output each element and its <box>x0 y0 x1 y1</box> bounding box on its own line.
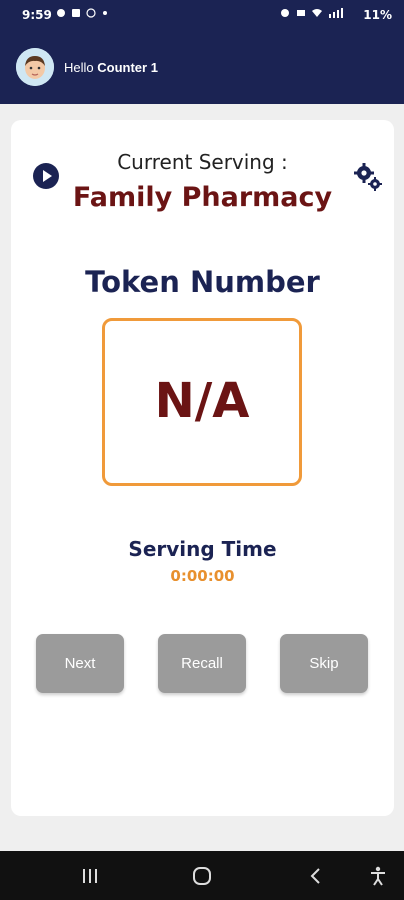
wifi-icon <box>311 9 322 17</box>
current-serving-label: Current Serving : <box>117 150 288 174</box>
app-header: Hello Counter 1 <box>0 30 404 104</box>
gears-icon <box>354 163 382 191</box>
token-value: N/A <box>154 373 250 429</box>
battery-text: 11% <box>363 8 392 22</box>
notification-icons <box>56 8 108 21</box>
skip-button[interactable]: Skip <box>280 634 368 693</box>
back-icon <box>310 868 320 884</box>
serving-time-value: 0:00:00 <box>170 567 235 585</box>
accessibility-icon <box>371 866 385 886</box>
home-icon <box>193 867 211 885</box>
avatar-icon <box>16 48 54 86</box>
status-bar: 9:59 11% <box>0 0 404 30</box>
counter-name: Counter 1 <box>97 60 158 75</box>
navigation-bar <box>0 851 404 900</box>
next-button[interactable]: Next <box>36 634 124 693</box>
pharmacy-name: Family Pharmacy <box>72 182 333 213</box>
avatar[interactable] <box>16 48 54 86</box>
home-button[interactable] <box>190 864 214 888</box>
greeting: Hello Counter 1 <box>64 60 158 75</box>
battery-level: 11% <box>363 8 392 22</box>
serving-time-label: Serving Time <box>128 537 277 561</box>
snapchat-icon <box>57 9 65 17</box>
system-icons <box>280 8 348 21</box>
mute-icon <box>296 10 305 16</box>
linkedin-icon <box>72 9 81 17</box>
messenger-icon <box>86 8 96 18</box>
recall-button[interactable]: Recall <box>158 634 246 693</box>
status-time: 9:59 <box>22 8 52 22</box>
back-button[interactable] <box>304 864 328 888</box>
recent-apps-button[interactable] <box>78 864 102 888</box>
accessibility-button[interactable] <box>366 864 390 888</box>
main-card: Current Serving : Family Pharmacy Token … <box>11 120 394 816</box>
signal-icon <box>329 8 343 18</box>
greeting-text: Hello <box>64 60 94 75</box>
dot-icon <box>102 11 107 15</box>
settings-button[interactable] <box>353 162 383 192</box>
token-number-title: Token Number <box>85 265 320 299</box>
recent-apps-icon <box>83 869 97 883</box>
token-box: N/A <box>102 318 302 486</box>
alarm-icon <box>281 9 290 17</box>
